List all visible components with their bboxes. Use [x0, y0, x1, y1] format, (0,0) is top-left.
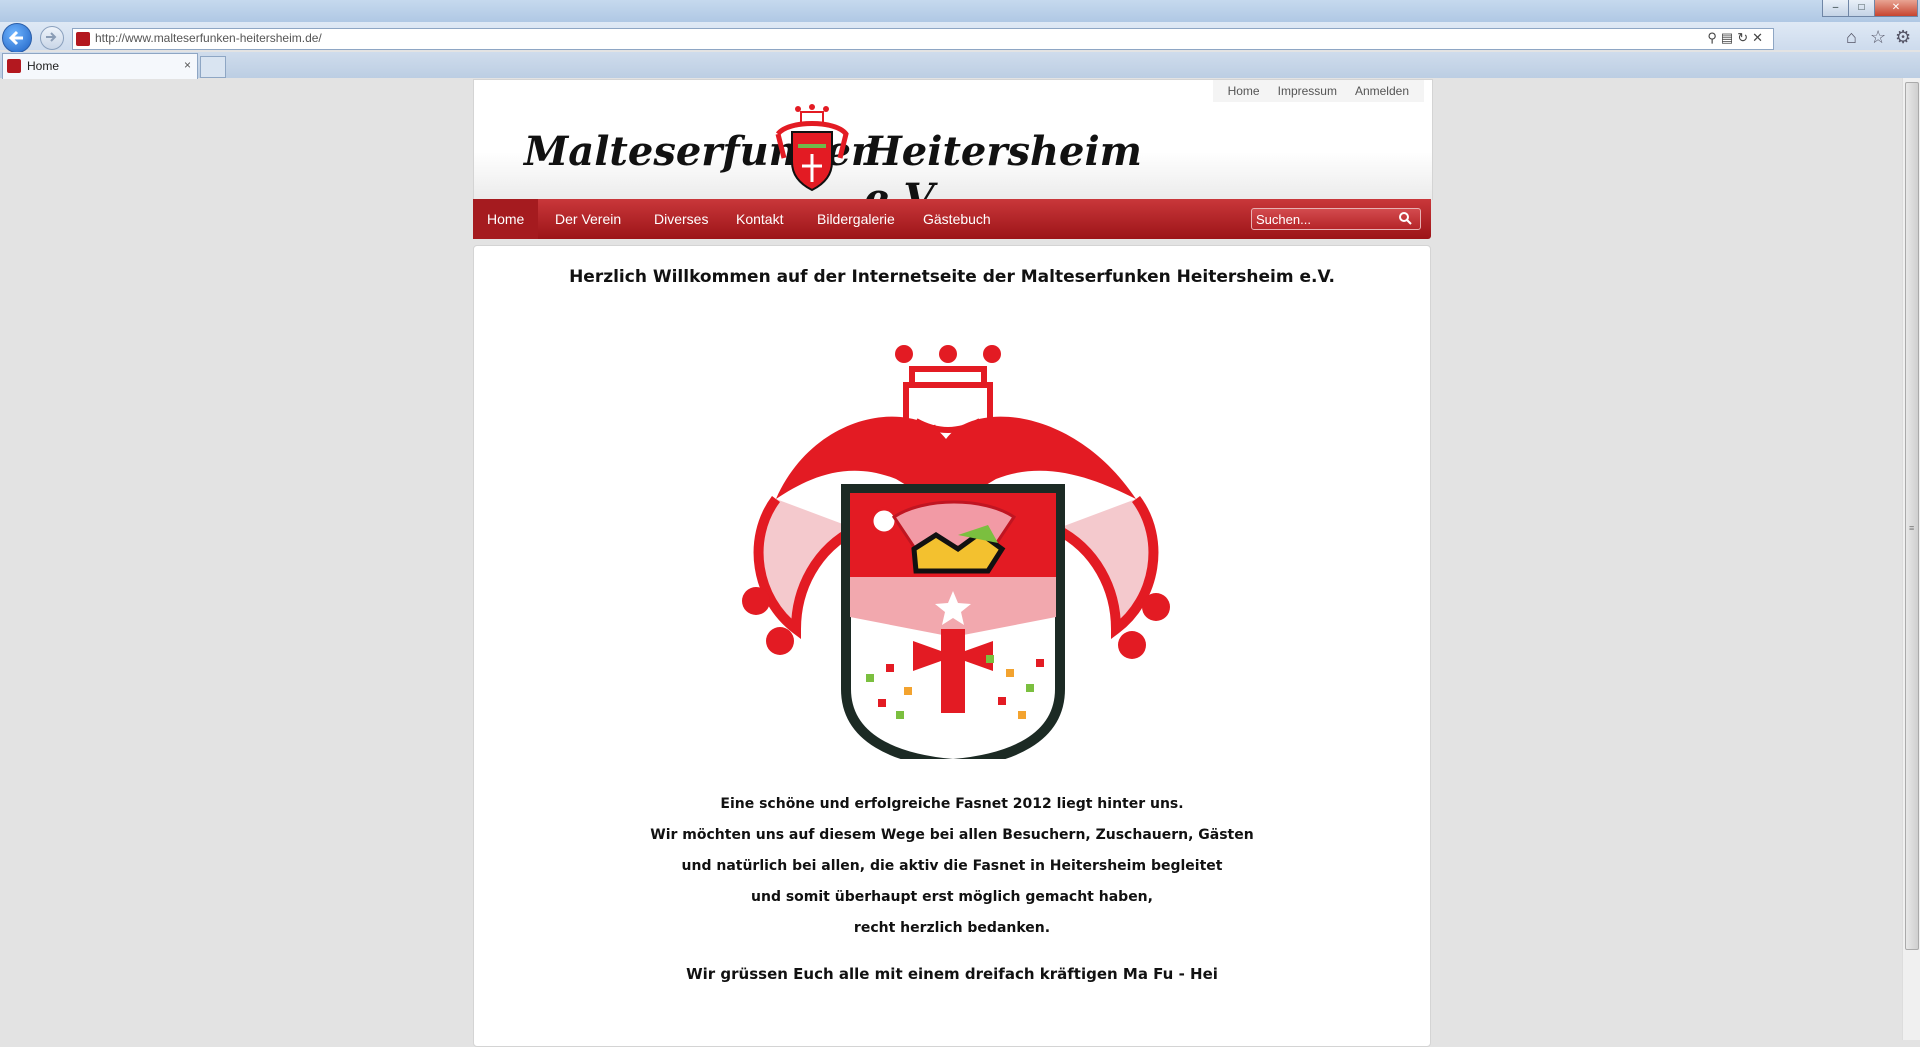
message-line: und somit überhaupt erst möglich gemacht… [751, 889, 1153, 905]
nav-bildergalerie[interactable]: Bildergalerie [803, 199, 909, 239]
site-search [1251, 208, 1421, 230]
toplink-anmelden[interactable]: Anmelden [1355, 84, 1409, 98]
search-icon[interactable]: ⚲ [1707, 30, 1721, 45]
favorites-star-icon[interactable]: ☆ [1870, 27, 1886, 48]
nav-diverses[interactable]: Diverses [640, 199, 722, 239]
search-icon[interactable] [1398, 211, 1412, 225]
window-titlebar: – □ ✕ [0, 0, 1920, 22]
nav-gaestebuch[interactable]: Gästebuch [909, 199, 1005, 239]
home-icon[interactable]: ⌂ [1846, 27, 1857, 48]
back-button[interactable] [2, 23, 32, 53]
tab-home[interactable]: Home × [2, 53, 198, 79]
minimize-button[interactable]: – [1822, 0, 1849, 17]
site-favicon-icon [76, 32, 90, 46]
site-favicon-icon [7, 59, 21, 73]
nav-kontakt[interactable]: Kontakt [722, 199, 797, 239]
crest-logo-icon [775, 104, 849, 192]
toplink-home[interactable]: Home [1228, 84, 1260, 98]
vertical-scrollbar[interactable]: ≡ [1902, 78, 1920, 1040]
main-navigation: Home Der Verein Diverses Kontakt Bilderg… [473, 199, 1431, 239]
tab-label: Home [27, 59, 60, 73]
message-line: Eine schöne und erfolgreiche Fasnet 2012… [720, 796, 1184, 812]
maximize-button[interactable]: □ [1848, 0, 1875, 17]
top-links: Home Impressum Anmelden [1212, 80, 1424, 102]
compat-icon[interactable]: ▤ [1721, 30, 1737, 45]
nav-home[interactable]: Home [473, 199, 539, 239]
main-content: Herzlich Willkommen auf der Internetseit… [473, 245, 1431, 1047]
nav-der-verein[interactable]: Der Verein [541, 199, 635, 239]
scrollbar-thumb[interactable]: ≡ [1905, 82, 1919, 950]
new-tab-button[interactable] [200, 56, 226, 78]
forward-button[interactable] [40, 26, 64, 50]
url-text: http://www.malteserfunken-heitersheim.de… [95, 31, 322, 45]
message-text: Eine schöne und erfolgreiche Fasnet 2012… [474, 789, 1430, 944]
tab-close-icon[interactable]: × [184, 58, 191, 72]
toplink-impressum[interactable]: Impressum [1278, 84, 1337, 98]
close-window-button[interactable]: ✕ [1874, 0, 1918, 17]
search-input[interactable] [1254, 210, 1398, 228]
address-actions[interactable]: ⚲▤↻✕ [1707, 30, 1767, 46]
welcome-heading: Herzlich Willkommen auf der Internetseit… [569, 267, 1335, 287]
message-line: und natürlich bei allen, die aktiv die F… [681, 858, 1223, 874]
settings-gear-icon[interactable]: ⚙ [1895, 27, 1911, 48]
club-crest-image [742, 345, 1170, 759]
site-logo[interactable]: Malteserfunken Heitersheim e.V. [514, 104, 1174, 222]
refresh-icon[interactable]: ↻ [1737, 30, 1752, 45]
address-bar[interactable]: http://www.malteserfunken-heitersheim.de… [72, 28, 1774, 50]
stop-icon[interactable]: ✕ [1752, 30, 1767, 45]
greeting-text: Wir grüssen Euch alle mit einem dreifach… [686, 965, 1218, 983]
site-header: Home Impressum Anmelden Malteserfunken Hei… [473, 79, 1433, 222]
arrow-right-icon [46, 32, 57, 42]
message-line: recht herzlich bedanken. [853, 920, 1051, 936]
website: Home Impressum Anmelden Malteserfunken Hei… [473, 79, 1433, 1047]
grip-icon: ≡ [1909, 523, 1915, 533]
arrow-left-icon [8, 30, 23, 46]
message-line: Wir möchten uns auf diesem Wege bei alle… [650, 827, 1254, 843]
tab-strip: Home × [0, 52, 1920, 79]
